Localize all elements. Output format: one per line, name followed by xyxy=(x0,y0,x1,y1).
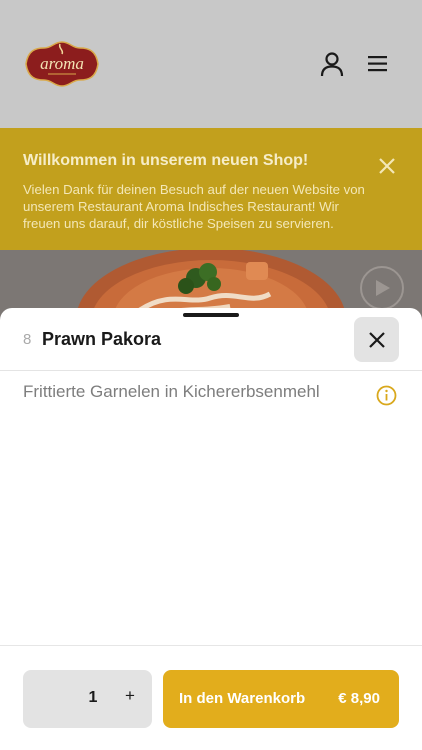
item-description: Frittierte Garnelen in Kichererbsenmehl xyxy=(23,382,320,401)
banner-text: Vielen Dank für deinen Besuch auf der ne… xyxy=(23,182,365,231)
increase-quantity-button[interactable]: + xyxy=(120,686,140,710)
item-number: 8 xyxy=(23,331,32,348)
menu-button[interactable] xyxy=(363,50,391,78)
account-button[interactable] xyxy=(318,50,346,78)
welcome-banner: Willkommen in unserem neuen Shop! Vielen… xyxy=(0,128,422,250)
logo-text: aroma xyxy=(40,54,84,73)
quantity-stepper: 1 + xyxy=(23,670,152,728)
quantity-value: 1 xyxy=(88,689,98,706)
item-title: Prawn Pakora xyxy=(42,329,162,349)
info-icon[interactable] xyxy=(376,385,397,406)
close-sheet-button[interactable] xyxy=(354,317,399,362)
order-footer: 1 + In den Warenkorb € 8,90 xyxy=(0,645,422,750)
close-icon xyxy=(368,331,385,348)
app-header: aroma xyxy=(0,0,422,128)
add-to-cart-button[interactable]: In den Warenkorb € 8,90 xyxy=(163,670,399,728)
user-icon xyxy=(320,52,344,77)
item-header: 8 Prawn Pakora xyxy=(0,317,422,371)
close-icon[interactable] xyxy=(377,156,397,176)
hamburger-menu-icon xyxy=(368,56,387,72)
add-to-cart-label: In den Warenkorb xyxy=(179,690,306,707)
banner-title: Willkommen in unserem neuen Shop! xyxy=(23,152,309,169)
item-price: € 8,90 xyxy=(338,690,380,707)
aroma-logo[interactable]: aroma xyxy=(24,40,100,88)
